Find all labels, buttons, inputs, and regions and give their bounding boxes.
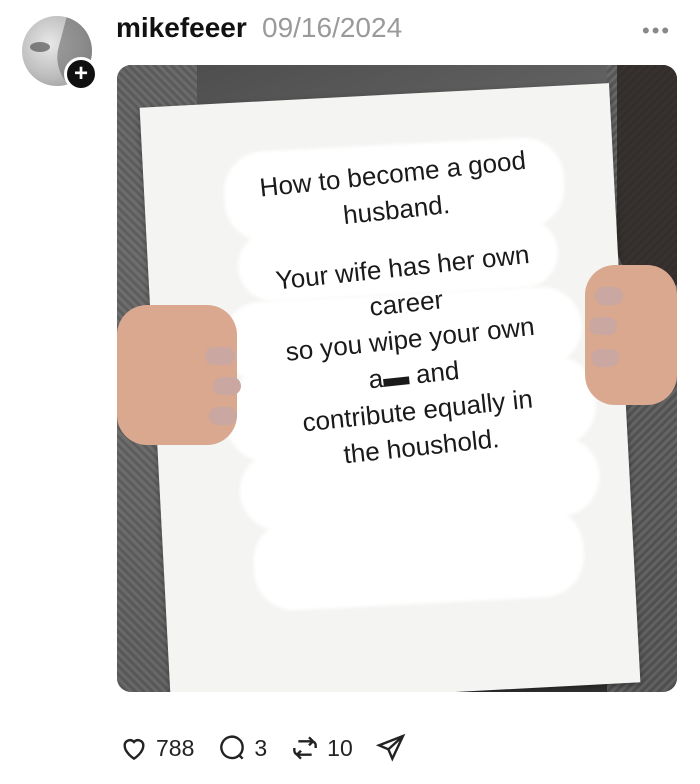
post-date: 09/16/2024	[262, 12, 403, 43]
like-count: 788	[156, 734, 195, 761]
like-button[interactable]: 788	[118, 732, 194, 764]
hair	[617, 65, 677, 285]
repost-count: 10	[327, 734, 353, 761]
repost-icon	[293, 736, 318, 760]
sign-text: How to become a good husband. Your wife …	[182, 134, 632, 486]
right-hand	[585, 265, 677, 405]
share-button[interactable]	[375, 732, 413, 764]
repost-button[interactable]: 10	[289, 732, 353, 764]
more-icon[interactable]: •••	[642, 18, 671, 44]
post-image[interactable]: How to become a good husband. Your wife …	[117, 65, 677, 692]
comment-count: 3	[254, 734, 268, 761]
avatar-eye	[30, 42, 50, 52]
follow-button[interactable]: +	[64, 57, 98, 91]
share-icon	[375, 733, 406, 762]
username[interactable]: mikefeeer	[116, 12, 247, 44]
comment-icon	[220, 735, 245, 760]
heart-icon	[123, 739, 145, 761]
action-bar: 788 3 10	[118, 728, 435, 768]
comment-button[interactable]: 3	[216, 732, 267, 764]
